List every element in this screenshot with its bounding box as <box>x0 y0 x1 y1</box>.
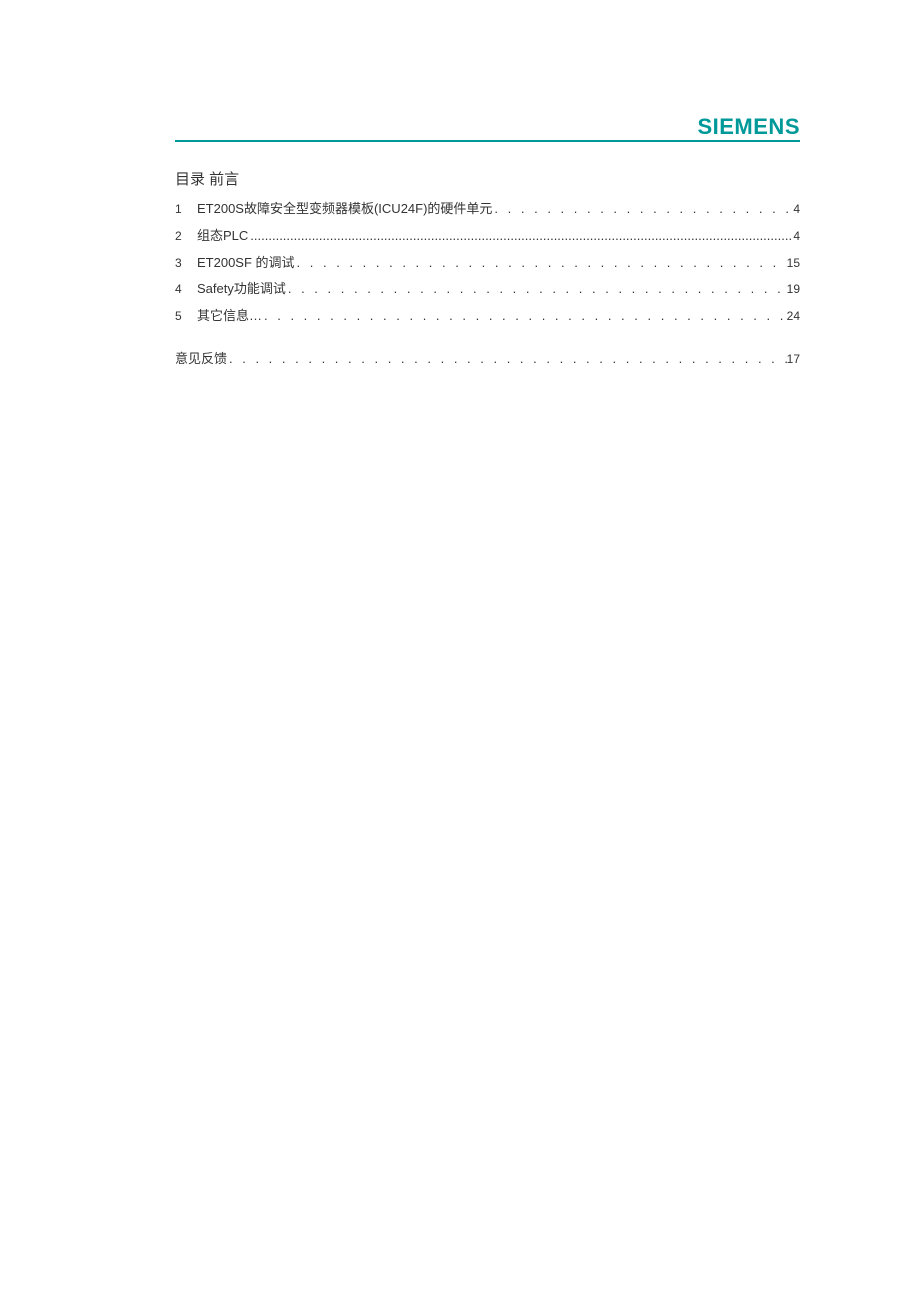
header-rule: SIEMENS <box>175 140 800 142</box>
toc-item-number: 3 <box>175 254 197 273</box>
toc-item-number: 1 <box>175 200 197 219</box>
toc-item-page: 24 <box>787 307 800 326</box>
toc-item-title: ET200S故障安全型变频器模板(ICU24F)的硬件单元 <box>197 199 492 220</box>
toc-item: 3 ET200SF 的调试 . . . . . . . . . . . . . … <box>175 253 800 274</box>
toc-leader: . . . . . . . . . . . . . . . . . . . . … <box>295 253 787 274</box>
toc-item-number: 2 <box>175 227 197 246</box>
toc-item-page: 19 <box>787 280 800 299</box>
toc-item-number: 4 <box>175 280 197 299</box>
toc-item-title: Safety功能调试 <box>197 279 286 300</box>
feedback-page: 17 <box>787 350 800 369</box>
brand-logo: SIEMENS <box>697 114 800 140</box>
toc-heading: 目录 前言 <box>175 168 800 189</box>
toc-feedback-section: 意见反馈 . . . . . . . . . . . . . . . . . .… <box>175 349 800 370</box>
toc-item-title: 其它信息… <box>197 306 262 327</box>
feedback-title: 意见反馈 <box>175 349 227 370</box>
toc-item-page: 4 <box>793 227 800 246</box>
toc-item: 5 其它信息… . . . . . . . . . . . . . . . . … <box>175 306 800 327</box>
toc-item-title: ET200SF 的调试 <box>197 253 295 274</box>
feedback-leader: . . . . . . . . . . . . . . . . . . . . … <box>227 349 787 370</box>
toc-leader: . . . . . . . . . . . . . . . . . . . . … <box>286 279 787 300</box>
toc-item: 2 组态PLC ................................… <box>175 226 800 247</box>
toc-list: 1 ET200S故障安全型变频器模板(ICU24F)的硬件单元 . . . . … <box>175 199 800 327</box>
toc-leader: ........................................… <box>248 226 793 247</box>
toc-item-number: 5 <box>175 307 197 326</box>
toc-item: 4 Safety功能调试 . . . . . . . . . . . . . .… <box>175 279 800 300</box>
feedback-item: 意见反馈 . . . . . . . . . . . . . . . . . .… <box>175 349 800 370</box>
toc-item: 1 ET200S故障安全型变频器模板(ICU24F)的硬件单元 . . . . … <box>175 199 800 220</box>
toc-item-page: 15 <box>787 254 800 273</box>
toc-item-page: 4 <box>793 200 800 219</box>
toc-leader: . . . . . . . . . . . . . . . . . . . . … <box>262 306 787 327</box>
toc-item-title: 组态PLC <box>197 226 248 247</box>
toc-leader: . . . . . . . . . . . . . . . . . . . . … <box>492 199 793 220</box>
